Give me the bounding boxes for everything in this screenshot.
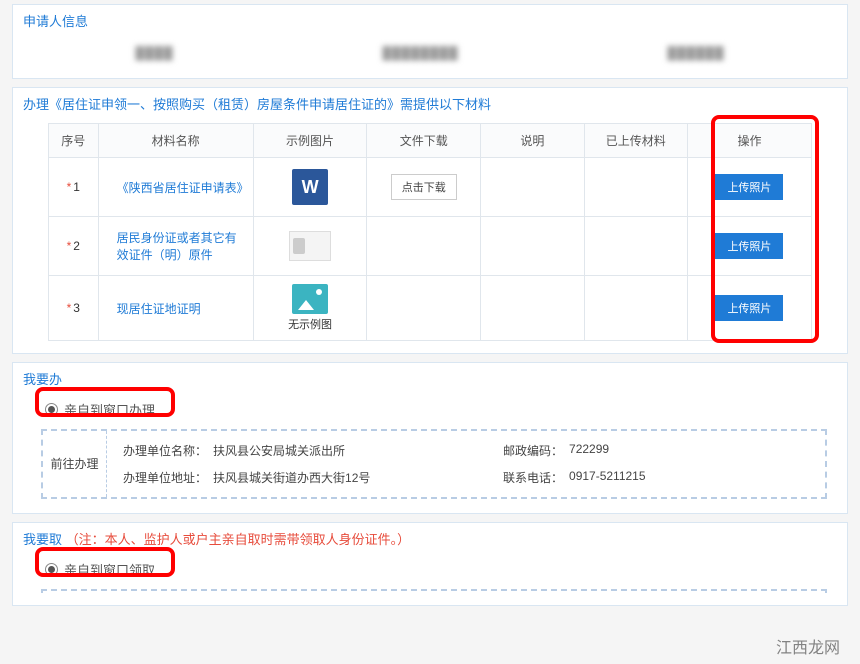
cell-sample: 无示例图: [253, 276, 367, 341]
info-row: 办理单位地址： 扶风县城关街道办西大街12号 联系电话： 0917-521121…: [123, 469, 809, 486]
apply-radio-row[interactable]: 亲自到窗口办理: [41, 396, 827, 429]
phone-label: 联系电话：: [503, 469, 563, 486]
col-uploaded: 已上传材料: [584, 124, 687, 158]
upload-photo-button[interactable]: 上传照片: [715, 233, 783, 259]
cell-uploaded: [584, 158, 687, 217]
applicant-body: ████ ████████ ██████: [13, 34, 847, 78]
cell-seq: *1: [49, 158, 99, 217]
required-mark: *: [67, 180, 72, 194]
apply-side-label: 前往办理: [43, 431, 107, 497]
unit-name-value: 扶风县公安局城关派出所: [213, 442, 345, 459]
table-row: *1 《陕西省居住证申请表》 W 点击下载 上传照片: [49, 158, 812, 217]
upload-photo-button[interactable]: 上传照片: [715, 295, 783, 321]
cell-sample: [253, 217, 367, 276]
cell-desc: [481, 158, 584, 217]
pickup-radio-label: 亲自到窗口领取: [64, 560, 155, 579]
word-doc-icon: W: [289, 166, 331, 208]
radio-selected-icon[interactable]: [45, 403, 58, 416]
apply-detail-box: 前往办理 办理单位名称： 扶风县公安局城关派出所 邮政编码： 722299 办理…: [41, 429, 827, 499]
apply-radio-label: 亲自到窗口办理: [64, 400, 155, 419]
col-action: 操作: [687, 124, 811, 158]
addr-pair: 办理单位地址： 扶风县城关街道办西大街12号: [123, 469, 463, 486]
addr-label: 办理单位地址：: [123, 469, 207, 486]
id-card-icon: [289, 225, 331, 267]
watermark: 江西龙网: [776, 634, 840, 658]
cell-uploaded: [584, 276, 687, 341]
required-mark: *: [67, 239, 72, 253]
cell-download: 点击下载: [367, 158, 481, 217]
upload-photo-button[interactable]: 上传照片: [715, 174, 783, 200]
cell-action: 上传照片: [687, 276, 811, 341]
applicant-title: 申请人信息: [13, 5, 847, 34]
applicant-field-1: ████: [135, 46, 173, 60]
download-button[interactable]: 点击下载: [391, 174, 457, 200]
cell-download: [367, 276, 481, 341]
radio-selected-icon[interactable]: [45, 563, 58, 576]
cell-uploaded: [584, 217, 687, 276]
postal-value: 722299: [569, 442, 609, 459]
col-sample: 示例图片: [253, 124, 367, 158]
apply-body: 亲自到窗口办理 前往办理 办理单位名称： 扶风县公安局城关派出所 邮政编码： 7…: [13, 392, 847, 513]
pickup-radio-row[interactable]: 亲自到窗口领取: [41, 556, 827, 589]
pickup-title: 我要取 （注：本人、监护人或户主亲自取时需带领取人身份证件。）: [13, 523, 847, 552]
cell-desc: [481, 276, 584, 341]
phone-pair: 联系电话： 0917-5211215: [503, 469, 646, 486]
postal-label: 邮政编码：: [503, 442, 563, 459]
apply-details: 办理单位名称： 扶风县公安局城关派出所 邮政编码： 722299 办理单位地址：…: [107, 431, 825, 497]
cell-name: 现居住证地证明: [98, 276, 253, 341]
cell-name: 《陕西省居住证申请表》: [98, 158, 253, 217]
addr-value: 扶风县城关街道办西大街12号: [213, 469, 370, 486]
materials-section: 办理《居住证申领一、按照购买（租赁）房屋条件申请居住证的》需提供以下材料 序号 …: [12, 87, 848, 354]
cell-action: 上传照片: [687, 158, 811, 217]
applicant-field-3: ██████: [667, 46, 724, 60]
cell-name: 居民身份证或者其它有效证件（明）原件: [98, 217, 253, 276]
cell-download: [367, 217, 481, 276]
applicant-section: 申请人信息 ████ ████████ ██████: [12, 4, 848, 79]
pickup-note: （注：本人、监护人或户主亲自取时需带领取人身份证件。）: [66, 532, 411, 547]
cell-action: 上传照片: [687, 217, 811, 276]
apply-section: 我要办 亲自到窗口办理 前往办理 办理单位名称： 扶风县公安局城关派出所 邮政编…: [12, 362, 848, 514]
apply-title: 我要办: [13, 363, 847, 392]
pickup-section: 我要取 （注：本人、监护人或户主亲自取时需带领取人身份证件。） 亲自到窗口领取: [12, 522, 848, 606]
postal-pair: 邮政编码： 722299: [503, 442, 609, 459]
materials-title: 办理《居住证申领一、按照购买（租赁）房屋条件申请居住证的》需提供以下材料: [13, 88, 847, 117]
col-name: 材料名称: [98, 124, 253, 158]
applicant-field-2: ████████: [382, 46, 458, 60]
table-row: *2 居民身份证或者其它有效证件（明）原件 上传照片: [49, 217, 812, 276]
no-sample-icon: 无示例图: [260, 284, 361, 332]
table-header-row: 序号 材料名称 示例图片 文件下载 说明 已上传材料 操作: [49, 124, 812, 158]
col-download: 文件下载: [367, 124, 481, 158]
col-desc: 说明: [481, 124, 584, 158]
col-seq: 序号: [49, 124, 99, 158]
unit-name-label: 办理单位名称：: [123, 442, 207, 459]
phone-value: 0917-5211215: [569, 469, 646, 486]
cell-seq: *3: [49, 276, 99, 341]
table-row: *3 现居住证地证明 无示例图 上传照片: [49, 276, 812, 341]
unit-name-pair: 办理单位名称： 扶风县公安局城关派出所: [123, 442, 463, 459]
cell-sample: W: [253, 158, 367, 217]
required-mark: *: [67, 301, 72, 315]
cell-desc: [481, 217, 584, 276]
placeholder-image-icon: [292, 284, 328, 314]
info-row: 办理单位名称： 扶风县公安局城关派出所 邮政编码： 722299: [123, 442, 809, 459]
pickup-body: 亲自到窗口领取: [13, 552, 847, 595]
cell-seq: *2: [49, 217, 99, 276]
pickup-detail-box: [41, 589, 827, 593]
materials-table: 序号 材料名称 示例图片 文件下载 说明 已上传材料 操作 *1 《陕西省居住证…: [48, 123, 812, 341]
